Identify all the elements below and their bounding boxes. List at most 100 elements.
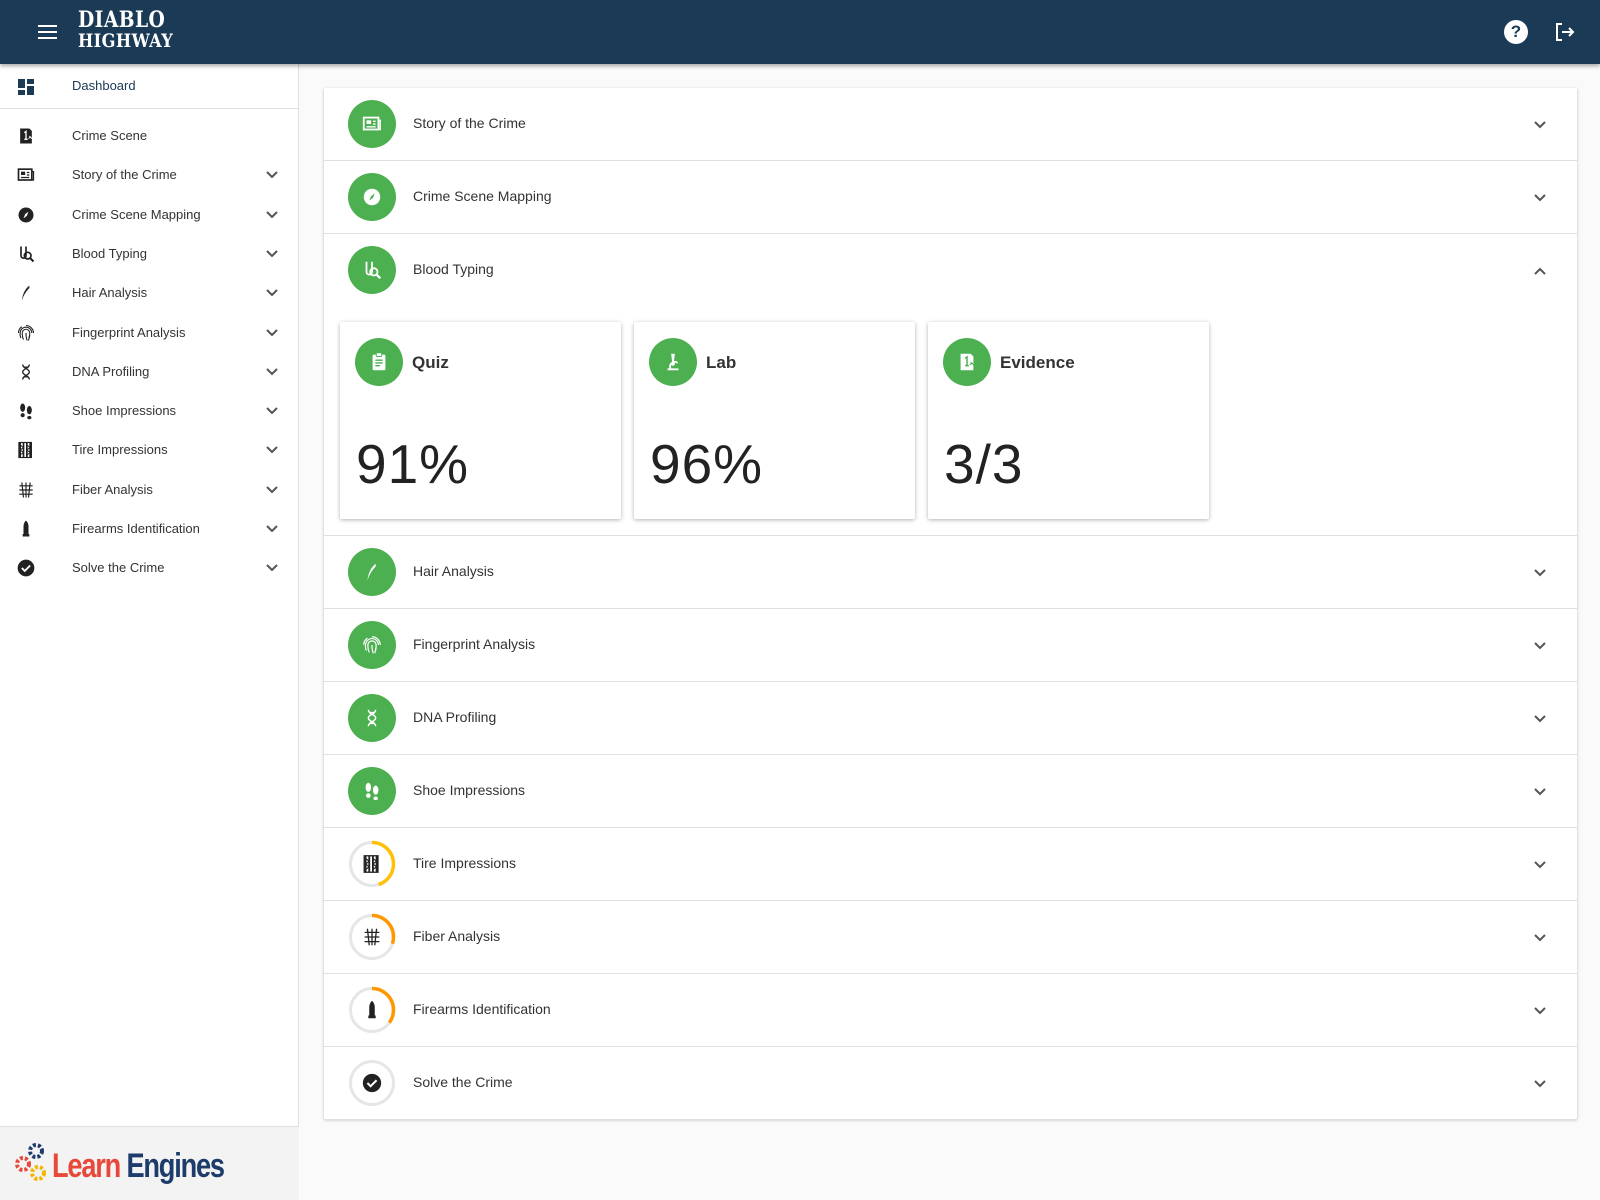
sidebar-item-dna-profiling[interactable]: DNA Profiling — [0, 352, 299, 392]
newspaper-icon — [17, 168, 35, 182]
section-shoe-impressions[interactable]: Shoe Impressions — [324, 755, 1577, 828]
help-icon[interactable]: ? — [1504, 20, 1528, 44]
card-badge — [355, 338, 403, 386]
sidebar-item-tire-impressions[interactable]: Tire Impressions — [0, 430, 299, 470]
sidebar-item-shoe-impressions[interactable]: Shoe Impressions — [0, 391, 299, 431]
section-story-of-the-crime[interactable]: Story of the Crime — [324, 88, 1577, 161]
sidebar: Dashboard Crime Scene Story of the Crime C… — [0, 64, 299, 1200]
sidebar-item-solve-the-crime[interactable]: Solve the Crime — [0, 548, 299, 588]
sidebar-item-label: Hair Analysis — [72, 285, 148, 301]
chevron-down-icon[interactable] — [1531, 564, 1549, 582]
hair-icon — [367, 563, 376, 581]
sidebar-item-blood-typing[interactable]: Blood Typing — [0, 234, 299, 274]
sidebar-item-label: Story of the Crime — [72, 167, 177, 183]
chevron-down-icon[interactable] — [1531, 637, 1549, 655]
status-badge — [348, 1059, 396, 1107]
section-title: Fiber Analysis — [413, 928, 501, 944]
brand-part-learn: Learn — [52, 1147, 121, 1185]
chevron-down-icon[interactable] — [1531, 1002, 1549, 1020]
chevron-down-icon[interactable] — [263, 520, 281, 538]
dashboard-icon — [18, 79, 34, 95]
chevron-down-icon[interactable] — [263, 166, 281, 184]
section-fiber-analysis[interactable]: Fiber Analysis — [324, 901, 1577, 974]
section-title: DNA Profiling — [413, 709, 497, 725]
sidebar-item-firearms-identification[interactable]: Firearms Identification — [0, 509, 299, 549]
status-badge — [348, 548, 396, 596]
card-score: 3/3 — [944, 433, 1024, 495]
clipboard-icon — [372, 352, 386, 371]
dna-icon — [21, 364, 31, 380]
section-title: Firearms Identification — [413, 1001, 551, 1017]
section-title: Hair Analysis — [413, 563, 494, 579]
chevron-down-icon[interactable] — [263, 441, 281, 459]
sidebar-item-crime-scene-mapping[interactable]: Crime Scene Mapping — [0, 195, 299, 235]
logout-icon[interactable] — [1552, 20, 1576, 44]
app-logo: DIABLO HIGHWAY — [78, 7, 190, 52]
chevron-down-icon[interactable] — [1531, 116, 1549, 134]
chevron-down-icon[interactable] — [263, 245, 281, 263]
chevron-down-icon[interactable] — [1531, 710, 1549, 728]
chevron-down-icon[interactable] — [263, 284, 281, 302]
sidebar-item-label: Dashboard — [72, 78, 136, 93]
fingerprint-icon — [363, 636, 381, 654]
sidebar-item-hair-analysis[interactable]: Hair Analysis — [0, 273, 299, 313]
progress-panel: Story of the Crime Crime Scene Mapping Blo… — [324, 88, 1577, 1120]
sidebar-item-fingerprint-analysis[interactable]: Fingerprint Analysis — [0, 313, 299, 353]
sidebar-item-label: Crime Scene — [72, 128, 148, 143]
chevron-down-icon[interactable] — [1531, 783, 1549, 801]
section-firearms-identification[interactable]: Firearms Identification — [324, 974, 1577, 1047]
sidebar-item-crime-scene[interactable]: Crime Scene — [0, 116, 299, 156]
section-title: Fingerprint Analysis — [413, 636, 536, 652]
section-hair-analysis[interactable]: Hair Analysis — [324, 536, 1577, 609]
footprints-icon — [20, 403, 32, 420]
sidebar-item-story-of-the-crime[interactable]: Story of the Crime — [0, 155, 299, 195]
bullet-icon — [368, 1000, 376, 1019]
section-fingerprint-analysis[interactable]: Fingerprint Analysis — [324, 609, 1577, 682]
section-tire-impressions[interactable]: Tire Impressions — [324, 828, 1577, 901]
chevron-down-icon[interactable] — [263, 363, 281, 381]
sidebar-item-label: Fiber Analysis — [72, 481, 153, 497]
chevron-down-icon[interactable] — [263, 559, 281, 577]
section-header-blood-typing[interactable]: Blood Typing — [324, 234, 1577, 307]
logo-line-1: DIABLO — [78, 7, 166, 33]
sidebar-item-label: Shoe Impressions — [72, 403, 177, 419]
score-card-quiz: Quiz 91% — [340, 322, 621, 519]
section-solve-the-crime[interactable]: Solve the Crime — [324, 1047, 1577, 1120]
card-badge — [943, 338, 991, 386]
section-title: Shoe Impressions — [413, 782, 526, 798]
compass-icon — [363, 188, 381, 206]
section-title: Story of the Crime — [413, 115, 526, 131]
sidebar-item-dashboard[interactable]: Dashboard — [0, 64, 299, 109]
chevron-down-icon[interactable] — [263, 324, 281, 342]
tire-tread-icon — [18, 442, 32, 459]
top-app-bar: DIABLO HIGHWAY ? — [0, 0, 1600, 64]
microscope-icon — [667, 353, 679, 371]
sidebar-item-fiber-analysis[interactable]: Fiber Analysis — [0, 470, 299, 510]
status-badge — [348, 986, 396, 1034]
card-title: Lab — [706, 353, 737, 372]
chevron-down-icon[interactable] — [263, 206, 281, 224]
status-badge — [348, 246, 396, 294]
chevron-down-icon[interactable] — [1531, 1075, 1549, 1093]
section-blood-typing: Blood Typing Quiz 91% Lab 96% Evidence 3/3 — [324, 234, 1577, 536]
menu-icon[interactable] — [36, 22, 60, 42]
chevron-down-icon[interactable] — [263, 481, 281, 499]
section-dna-profiling[interactable]: DNA Profiling — [324, 682, 1577, 755]
section-title: Blood Typing — [413, 261, 494, 277]
section-title: Crime Scene Mapping — [413, 188, 552, 204]
status-badge — [348, 913, 396, 961]
chevron-down-icon[interactable] — [1531, 189, 1549, 207]
status-badge — [348, 694, 396, 742]
chevron-up-icon[interactable] — [1531, 262, 1549, 280]
chevron-down-icon[interactable] — [263, 402, 281, 420]
status-badge — [348, 840, 396, 888]
chevron-down-icon[interactable] — [1531, 929, 1549, 947]
footprints-icon — [365, 782, 379, 801]
brand-part-engines: Engines — [126, 1147, 225, 1185]
card-title: Evidence — [1000, 353, 1075, 372]
sidebar-item-label: Blood Typing — [72, 245, 147, 261]
chevron-down-icon[interactable] — [1531, 856, 1549, 874]
section-crime-scene-mapping[interactable]: Crime Scene Mapping — [324, 161, 1577, 234]
status-badge — [348, 100, 396, 148]
fiber-icon — [364, 928, 380, 946]
